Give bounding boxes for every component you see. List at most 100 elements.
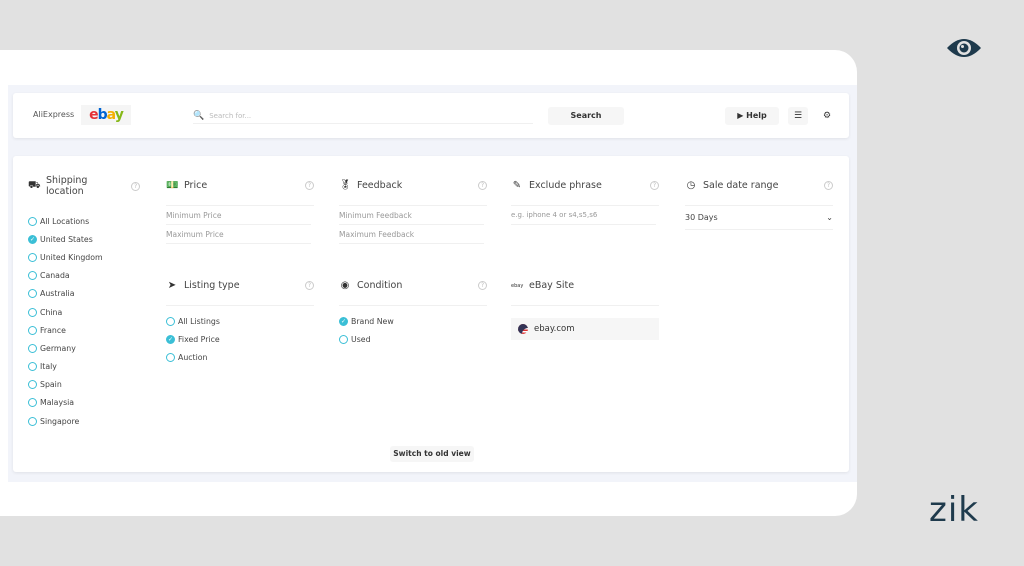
chevron-down-icon: ⌄ [826, 213, 833, 222]
help-icon[interactable]: ? [305, 181, 314, 190]
option-canada[interactable]: Canada [28, 267, 140, 285]
option-china[interactable]: China [28, 303, 140, 321]
option-malaysia[interactable]: Malaysia [28, 394, 140, 412]
ebay-site-filter: ebay eBay Site ebay.com [511, 276, 659, 340]
option-label: Malaysia [40, 398, 75, 408]
search-button[interactable]: Search [548, 107, 624, 125]
ebay-site-header: ebay eBay Site [511, 276, 659, 306]
option-label: China [40, 307, 63, 317]
ebay-site-value: ebay.com [534, 324, 575, 334]
radio-icon[interactable] [28, 289, 37, 299]
max-feedback-input[interactable]: Maximum Feedback [339, 225, 484, 244]
money-icon: 💵 [166, 180, 179, 191]
radio-icon[interactable] [28, 398, 37, 408]
option-spain[interactable]: Spain [28, 376, 140, 394]
option-all-listings[interactable]: All Listings [166, 312, 314, 330]
price-filter: 💵 Price? Minimum Price Maximum Price [166, 176, 314, 244]
radio-icon[interactable] [28, 325, 37, 335]
gear-icon[interactable]: ⚙ [817, 107, 837, 125]
search-input[interactable]: 🔍 Search for... [193, 108, 533, 124]
shipping-location-filter: ⛟ Shipping location? All Locations ✓ United… [28, 175, 140, 430]
option-auction[interactable]: Auction [166, 348, 314, 366]
option-australia[interactable]: Australia [28, 285, 140, 303]
listing-title: Listing type [184, 280, 240, 291]
top-bar: AliExpress ebay 🔍 Search for... Search ▶︎… [13, 93, 849, 138]
radio-icon[interactable] [28, 416, 37, 426]
option-label: United Kingdom [40, 252, 103, 262]
option-united-states[interactable]: ✓ United States [28, 230, 140, 248]
feedback-filter: 🏅︎ Feedback? Minimum Feedback Maximum Fee… [339, 176, 487, 244]
exclude-title: Exclude phrase [529, 180, 602, 191]
shipping-title: Shipping location [46, 175, 88, 197]
help-icon[interactable]: ? [478, 281, 487, 290]
checked-radio-icon[interactable]: ✓ [166, 334, 175, 344]
listing-type-filter: ➤ Listing type? All Listings ✓ Fixed Price A… [166, 276, 314, 367]
shipping-header: ⛟ Shipping location? [28, 175, 140, 206]
radio-icon[interactable] [28, 252, 37, 262]
tab-aliexpress[interactable]: AliExpress [33, 110, 74, 119]
pencil-icon: ✎ [512, 180, 522, 191]
help-icon[interactable]: ? [305, 281, 314, 290]
sale-date-select[interactable]: 30 Days ⌄ [685, 206, 833, 230]
option-fixed-price[interactable]: ✓ Fixed Price [166, 330, 314, 348]
radio-icon[interactable] [166, 352, 175, 362]
radio-icon[interactable] [339, 334, 348, 344]
feedback-header: 🏅︎ Feedback? [339, 176, 487, 206]
award-icon: 🏅︎ [339, 180, 352, 191]
radio-icon[interactable] [28, 343, 37, 353]
help-label: Help [746, 111, 767, 120]
option-united-kingdom[interactable]: United Kingdom [28, 248, 140, 266]
radio-icon[interactable] [28, 380, 37, 390]
option-used[interactable]: Used [339, 330, 487, 348]
ebay-site-title: eBay Site [529, 280, 575, 291]
checked-radio-icon[interactable]: ✓ [339, 316, 348, 326]
option-label: Brand New [351, 316, 394, 326]
menu-icon[interactable]: ☰ [788, 107, 808, 125]
option-label: Singapore [40, 416, 80, 426]
radio-icon[interactable] [28, 362, 37, 372]
radio-icon[interactable] [28, 307, 37, 317]
min-price-input[interactable]: Minimum Price [166, 206, 311, 225]
help-icon[interactable]: ? [824, 181, 833, 190]
option-all-locations[interactable]: All Locations [28, 212, 140, 230]
zik-logo: zik [929, 490, 979, 530]
exclude-phrase-input[interactable]: e.g. iphone 4 or s4,s5,s6 [511, 206, 656, 225]
option-singapore[interactable]: Singapore [28, 412, 140, 430]
ebay-site-select[interactable]: ebay.com [511, 318, 659, 340]
tab-ebay[interactable]: ebay [81, 105, 131, 125]
option-france[interactable]: France [28, 321, 140, 339]
exclude-header: ✎ Exclude phrase? [511, 176, 659, 206]
checked-radio-icon[interactable]: ✓ [28, 234, 37, 244]
price-header: 💵 Price? [166, 176, 314, 206]
option-label: Italy [40, 362, 57, 372]
help-button[interactable]: ▶︎ Help [725, 107, 779, 125]
sale-date-title: Sale date range [703, 180, 779, 191]
filter-panel: ⛟ Shipping location? All Locations ✓ United… [13, 156, 849, 472]
option-label: Fixed Price [178, 334, 220, 344]
option-label: All Locations [40, 216, 90, 226]
eye-icon [947, 39, 981, 57]
feedback-title: Feedback [357, 180, 403, 191]
option-brand-new[interactable]: ✓ Brand New [339, 312, 487, 330]
option-label: Australia [40, 289, 75, 299]
radio-icon[interactable] [166, 316, 175, 326]
switch-to-old-view-button[interactable]: Switch to old view [390, 446, 474, 462]
option-label: All Listings [178, 316, 220, 326]
option-label: Used [351, 334, 371, 344]
ebay-logo-icon: ebay [511, 282, 524, 289]
search-icon: 🔍 [193, 110, 205, 121]
help-icon[interactable]: ? [650, 181, 659, 190]
option-label: Canada [40, 271, 70, 281]
condition-title: Condition [357, 280, 403, 291]
option-italy[interactable]: Italy [28, 358, 140, 376]
option-germany[interactable]: Germany [28, 339, 140, 357]
listing-header: ➤ Listing type? [166, 276, 314, 306]
radio-icon[interactable] [28, 216, 37, 226]
max-price-input[interactable]: Maximum Price [166, 225, 311, 244]
radio-icon[interactable] [28, 271, 37, 281]
us-flag-icon [518, 324, 528, 334]
min-feedback-input[interactable]: Minimum Feedback [339, 206, 484, 225]
help-icon[interactable]: ? [131, 181, 140, 191]
option-label: Spain [40, 380, 62, 390]
help-icon[interactable]: ? [478, 181, 487, 190]
